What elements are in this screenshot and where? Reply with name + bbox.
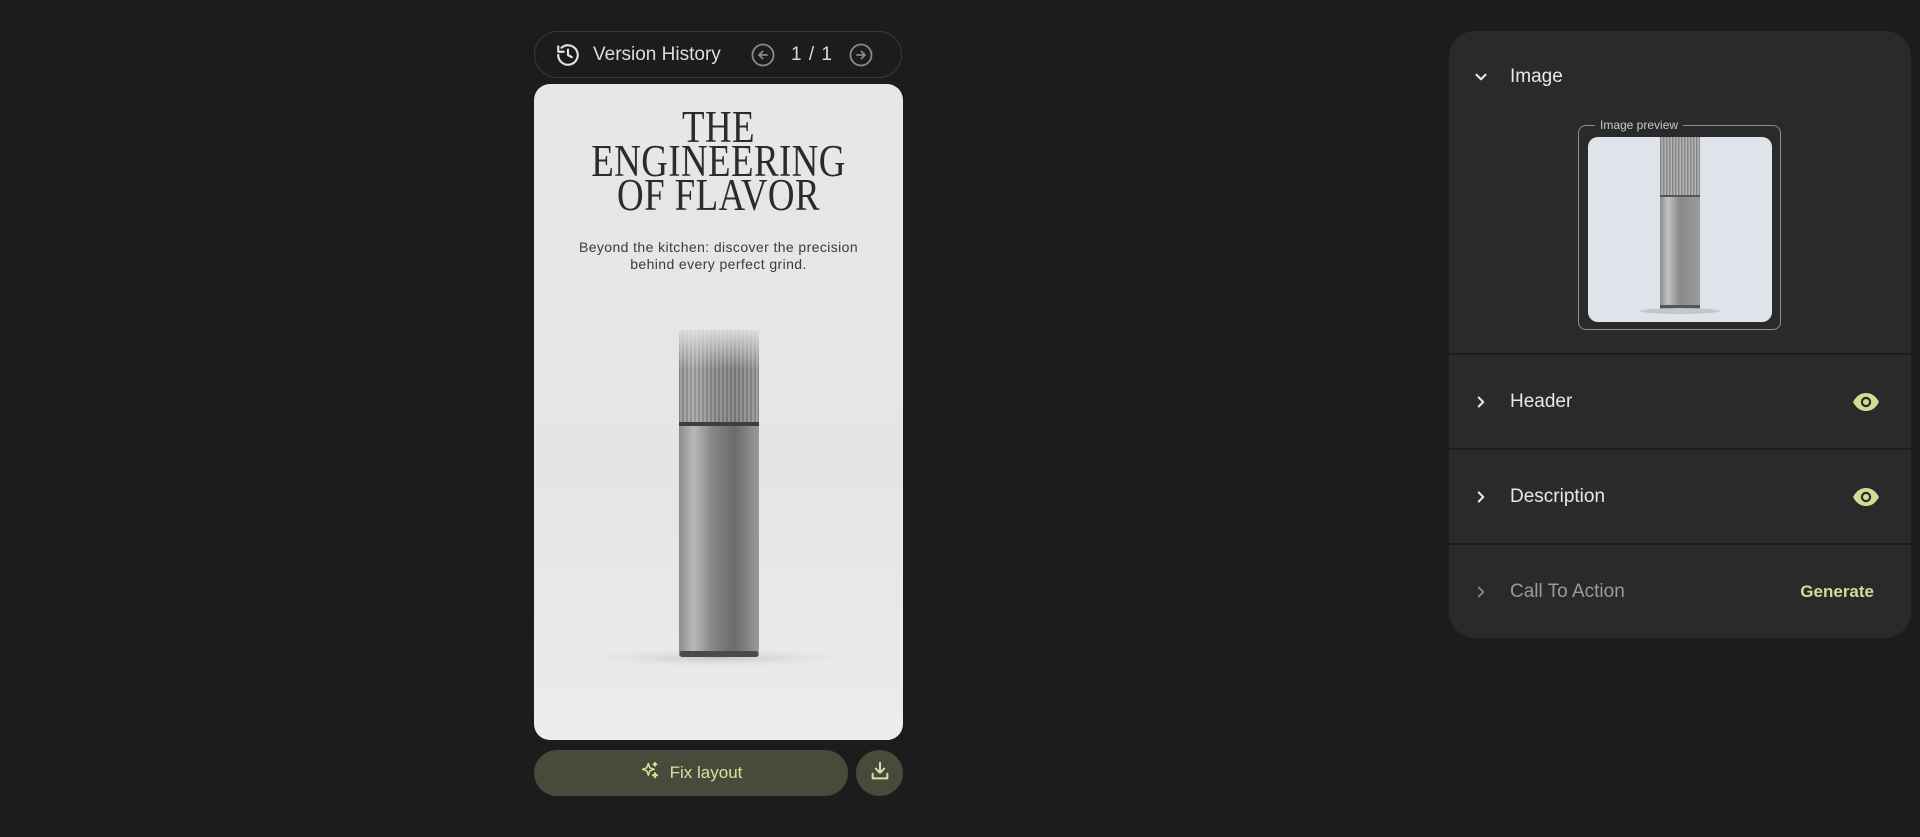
eye-icon[interactable] xyxy=(1852,486,1880,508)
section-description-toggle[interactable]: Description xyxy=(1449,450,1911,543)
eye-icon[interactable] xyxy=(1852,391,1880,413)
history-icon xyxy=(555,42,581,68)
section-image-label: Image xyxy=(1510,66,1563,87)
download-icon xyxy=(869,760,891,787)
section-header-toggle[interactable]: Header xyxy=(1449,355,1911,448)
fix-layout-label: Fix layout xyxy=(669,763,743,782)
next-version-button[interactable] xyxy=(849,43,873,67)
section-header-label: Header xyxy=(1510,390,1573,412)
chevron-right-icon xyxy=(1471,392,1491,412)
sparkle-icon xyxy=(640,761,660,786)
arrow-right-circle-icon xyxy=(849,43,873,66)
chevron-down-icon xyxy=(1471,67,1491,87)
section-description: Description xyxy=(1449,450,1911,543)
image-preview-thumbnail xyxy=(1588,137,1772,322)
version-history-title: Version History xyxy=(593,43,721,65)
version-history-bar: Version History 1 / 1 xyxy=(534,31,902,78)
version-counter: 1 / 1 xyxy=(791,43,833,65)
properties-panel: Image Image preview Header Description C… xyxy=(1449,31,1911,638)
section-image: Image Image preview xyxy=(1449,31,1911,353)
image-preview-label: Image preview xyxy=(1595,117,1684,133)
arrow-left-circle-icon xyxy=(751,43,775,66)
section-image-header[interactable]: Image xyxy=(1449,31,1911,123)
section-header: Header xyxy=(1449,355,1911,448)
design-preview-card: THE ENGINEERING OF FLAVOR Beyond the kit… xyxy=(534,84,903,740)
fix-layout-button[interactable]: Fix layout xyxy=(534,750,848,796)
chevron-right-icon xyxy=(1471,582,1491,602)
section-description-label: Description xyxy=(1510,485,1606,507)
section-call-to-action: Call To Action Generate xyxy=(1449,545,1911,638)
previous-version-button[interactable] xyxy=(751,43,775,67)
generate-button[interactable]: Generate xyxy=(1800,582,1874,602)
chevron-right-icon xyxy=(1471,487,1491,507)
download-button[interactable] xyxy=(856,750,903,796)
image-preview-field[interactable]: Image preview xyxy=(1578,117,1781,330)
section-cta-label: Call To Action xyxy=(1510,580,1625,602)
pepper-grinder-image xyxy=(568,324,868,668)
